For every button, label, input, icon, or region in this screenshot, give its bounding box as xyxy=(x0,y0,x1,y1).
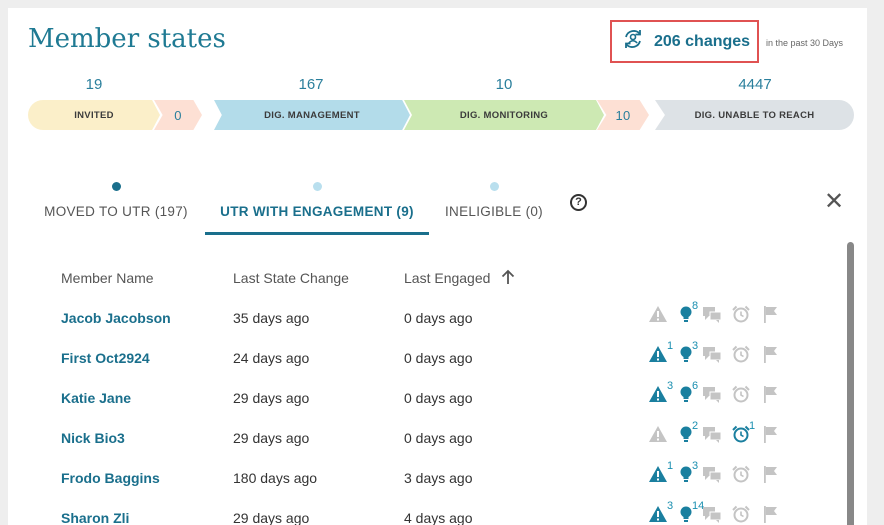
stage-monitoring[interactable]: DIG. MONITORING xyxy=(404,100,604,130)
scrollbar[interactable] xyxy=(847,242,854,525)
last-engaged: 0 days ago xyxy=(404,310,473,326)
alarm-count: 1 xyxy=(749,420,756,432)
stage-management-label: DIG. MANAGEMENT xyxy=(264,109,360,121)
last-engaged: 0 days ago xyxy=(404,430,473,446)
tips-count: 3 xyxy=(692,340,699,352)
invited-count: 19 xyxy=(85,76,103,93)
changes-period: in the past 30 Days xyxy=(766,38,844,48)
member-name-link[interactable]: Nick Bio3 xyxy=(61,430,125,446)
alert-icon[interactable] xyxy=(648,464,668,486)
tips-count: 6 xyxy=(692,380,699,392)
transition-invited-management-count: 0 xyxy=(174,107,182,123)
alert-icon[interactable] xyxy=(648,344,668,366)
table-row[interactable]: Katie Jane 29 days ago 0 days ago 3 6 xyxy=(8,380,848,430)
chat-icon[interactable] xyxy=(702,504,722,525)
last-state-change: 35 days ago xyxy=(233,310,310,326)
last-state-change: 29 days ago xyxy=(233,510,310,525)
sort-arrow-up-icon[interactable] xyxy=(499,268,519,288)
last-engaged: 0 days ago xyxy=(404,350,473,366)
table-row[interactable]: Nick Bio3 29 days ago 0 days ago 2 1 xyxy=(8,420,848,470)
last-engaged: 0 days ago xyxy=(404,390,473,406)
alarm-clock-icon[interactable] xyxy=(731,304,751,326)
tips-count: 2 xyxy=(692,420,699,432)
transition-invited-management[interactable]: 0 xyxy=(154,100,202,130)
alert-icon[interactable] xyxy=(648,504,668,525)
tab-utr-with-engagement[interactable]: UTR WITH ENGAGEMENT (9) xyxy=(205,176,429,234)
tab-ineligible-label: INELIGIBLE (0) xyxy=(445,204,543,219)
flag-icon[interactable] xyxy=(760,504,780,525)
stage-unable[interactable]: DIG. UNABLE TO REACH xyxy=(655,100,854,130)
member-sync-icon xyxy=(622,28,644,55)
last-state-change: 29 days ago xyxy=(233,390,310,406)
tab-ineligible-dot xyxy=(489,182,499,191)
stage-invited-label: INVITED xyxy=(74,109,114,121)
member-name-link[interactable]: First Oct2924 xyxy=(61,350,150,366)
alert-count: 1 xyxy=(667,340,674,352)
tab-moved-to-utr[interactable]: MOVED TO UTR (197) xyxy=(36,176,196,234)
alert-count: 3 xyxy=(667,500,674,512)
unable-count: 4447 xyxy=(738,76,772,93)
stage-monitoring-label: DIG. MONITORING xyxy=(459,109,549,121)
table-row[interactable]: Jacob Jacobson 35 days ago 0 days ago 8 xyxy=(8,300,848,350)
chat-icon[interactable] xyxy=(702,464,722,486)
chat-icon[interactable] xyxy=(702,384,722,406)
chat-icon[interactable] xyxy=(702,424,722,446)
page-title: Member states xyxy=(28,24,226,54)
last-engaged: 3 days ago xyxy=(404,470,473,486)
tab-bar: MOVED TO UTR (197) UTR WITH ENGAGEMENT (… xyxy=(8,176,867,236)
tab-engagement-dot xyxy=(312,182,322,191)
last-state-change: 29 days ago xyxy=(233,430,310,446)
alarm-clock-icon[interactable] xyxy=(731,424,751,446)
last-state-change: 180 days ago xyxy=(233,470,318,486)
help-icon[interactable]: ? xyxy=(570,194,587,211)
member-name-link[interactable]: Sharon Zli xyxy=(61,510,129,525)
stage-invited[interactable]: INVITED xyxy=(28,100,160,130)
alert-icon[interactable] xyxy=(648,304,668,326)
tab-moved-label: MOVED TO UTR (197) xyxy=(44,204,188,219)
chat-icon[interactable] xyxy=(702,344,722,366)
member-name-link[interactable]: Katie Jane xyxy=(61,390,131,406)
tab-moved-dot xyxy=(111,182,121,191)
flag-icon[interactable] xyxy=(760,384,780,406)
col-last-engaged[interactable]: Last Engaged xyxy=(404,270,490,286)
table-row[interactable]: Sharon Zli 29 days ago 4 days ago 3 14 xyxy=(8,500,848,525)
flag-icon[interactable] xyxy=(760,344,780,366)
alert-icon[interactable] xyxy=(648,384,668,406)
chat-icon[interactable] xyxy=(702,304,722,326)
monitoring-count: 10 xyxy=(495,76,513,93)
member-states-card: Member states 206 changes in the past 30… xyxy=(8,8,867,525)
alert-count: 3 xyxy=(667,380,674,392)
last-state-change: 24 days ago xyxy=(233,350,310,366)
col-member-name[interactable]: Member Name xyxy=(61,270,154,286)
tab-ineligible[interactable]: INELIGIBLE (0) xyxy=(436,176,552,234)
changes-count: 206 changes xyxy=(654,32,751,50)
tips-count: 3 xyxy=(692,460,699,472)
member-name-link[interactable]: Jacob Jacobson xyxy=(61,310,171,326)
flag-icon[interactable] xyxy=(760,304,780,326)
transition-monitoring-unable[interactable]: 10 xyxy=(597,100,649,130)
flag-icon[interactable] xyxy=(760,464,780,486)
tab-engagement-label: UTR WITH ENGAGEMENT (9) xyxy=(220,204,414,219)
table-row[interactable]: First Oct2924 24 days ago 0 days ago 1 3 xyxy=(8,340,848,390)
management-count: 167 xyxy=(298,76,324,93)
alarm-clock-icon[interactable] xyxy=(731,464,751,486)
last-engaged: 4 days ago xyxy=(404,510,473,525)
alert-count: 1 xyxy=(667,460,674,472)
alarm-clock-icon[interactable] xyxy=(731,384,751,406)
member-name-link[interactable]: Frodo Baggins xyxy=(61,470,160,486)
active-tab-indicator xyxy=(205,232,429,235)
alarm-clock-icon[interactable] xyxy=(731,504,751,525)
stage-management[interactable]: DIG. MANAGEMENT xyxy=(214,100,410,130)
tips-count: 8 xyxy=(692,300,699,312)
transition-monitoring-unable-count: 10 xyxy=(615,107,631,123)
table-row[interactable]: Frodo Baggins 180 days ago 3 days ago 1 … xyxy=(8,460,848,510)
changes-button[interactable]: 206 changes xyxy=(610,20,759,63)
stage-unable-label: DIG. UNABLE TO REACH xyxy=(694,109,815,121)
alarm-clock-icon[interactable] xyxy=(731,344,751,366)
flag-icon[interactable] xyxy=(760,424,780,446)
col-last-state-change[interactable]: Last State Change xyxy=(233,270,349,286)
close-icon[interactable]: ✕ xyxy=(824,190,844,214)
alert-icon[interactable] xyxy=(648,424,668,446)
